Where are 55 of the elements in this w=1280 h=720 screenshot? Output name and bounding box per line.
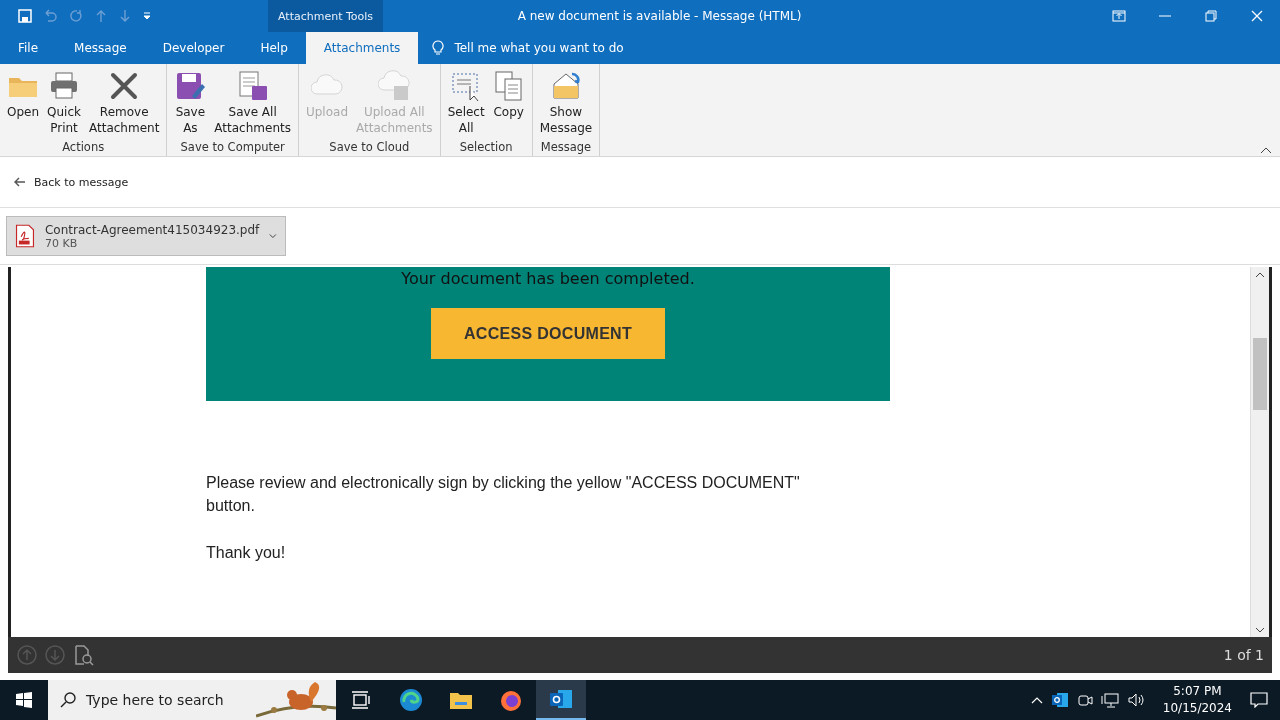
show-hidden-icons-icon[interactable] (1030, 696, 1043, 704)
ribbon-tab[interactable]: Help (242, 32, 306, 64)
group-label: Message (539, 140, 593, 154)
ribbon-button[interactable]: Open (4, 68, 43, 140)
scroll-up-icon[interactable] (1255, 272, 1265, 278)
banner-text: Your document has been completed. (401, 269, 695, 288)
camera-icon[interactable] (1076, 692, 1093, 708)
clock-date[interactable]: 10/15/2024 (1162, 700, 1232, 717)
ribbon-tab[interactable]: Message (56, 32, 145, 64)
ribbon-button[interactable]: Remove Attachment (86, 68, 163, 140)
ribbon-tab[interactable]: Developer (144, 32, 243, 64)
group-label: Save to Cloud (328, 140, 411, 154)
window-title: A new document is available - Message (HTML) (516, 9, 803, 23)
outlook-taskbar-icon[interactable] (536, 680, 586, 720)
access-document-button[interactable]: ACCESS DOCUMENT (431, 308, 665, 359)
scroll-down-icon[interactable] (1255, 627, 1265, 633)
tell-me-field[interactable]: Tell me what you want to do (454, 41, 624, 55)
find-in-document-icon[interactable] (72, 644, 94, 666)
context-tab-label: Attachment Tools (268, 0, 384, 32)
page-counter: 1 of 1 (1223, 647, 1264, 663)
group-label: Save to Computer (179, 140, 286, 154)
ribbon-button[interactable]: Save As (171, 68, 210, 140)
customize-icon[interactable] (142, 11, 152, 21)
ribbon-button[interactable]: Select All (444, 68, 488, 140)
notifications-icon[interactable] (1250, 692, 1268, 708)
group-label: Actions (61, 140, 106, 154)
save-icon[interactable] (18, 9, 32, 23)
network-icon[interactable] (1100, 692, 1119, 708)
back-link[interactable]: Back to message (14, 175, 129, 189)
outlook-tray-icon[interactable] (1050, 692, 1069, 708)
ribbon-button[interactable]: Save All Attachments (211, 68, 294, 140)
save-all-icon (236, 70, 269, 102)
clock-time[interactable]: 5:07 PM (1173, 683, 1222, 700)
dropdown-chevron-icon (269, 233, 277, 239)
ribbon-button[interactable]: Quick Print (44, 68, 84, 140)
group-label: Selection (458, 140, 514, 154)
search-icon (60, 692, 76, 708)
email-paragraph: Thank you! (206, 543, 287, 563)
taskbar-search-field[interactable]: Type here to search (48, 680, 336, 720)
ribbon-button[interactable]: Show Message (536, 68, 596, 140)
back-arrow-icon (14, 177, 26, 187)
save-as-icon (174, 70, 207, 102)
windows-icon (16, 692, 32, 708)
volume-icon[interactable] (1126, 692, 1145, 708)
ribbon-tab[interactable]: Attachments (305, 32, 419, 64)
ribbon-tab[interactable]: File (0, 32, 57, 64)
email-paragraph: Please review and electronically sign by clicking the yellow "ACCESS DOCUMENT" button. (206, 473, 801, 516)
scrollbar[interactable] (1250, 267, 1269, 637)
cloud-upload-icon (378, 70, 411, 102)
attachment-item[interactable]: Contract-Agreement415034923.pdf 70 KB (6, 216, 286, 256)
collapse-ribbon-icon[interactable] (1260, 146, 1272, 154)
copy-icon (492, 70, 525, 102)
lightbulb-icon (432, 40, 445, 56)
scroll-thumb[interactable] (1253, 338, 1267, 410)
ribbon-button[interactable]: Copy (489, 68, 528, 140)
